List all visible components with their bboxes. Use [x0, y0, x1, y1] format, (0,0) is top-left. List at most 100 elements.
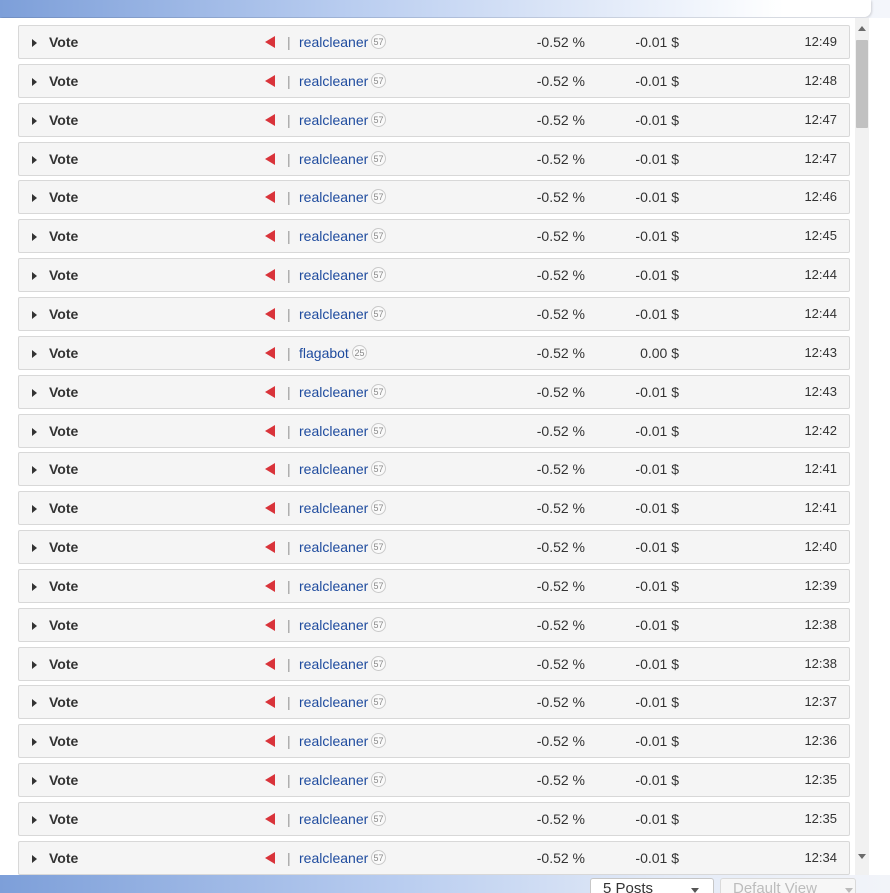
vote-row[interactable]: Vote | realcleaner 57 -0.52 % -0.01 $ 12:35: [18, 763, 850, 798]
vote-value: -0.01 $: [635, 267, 679, 284]
vote-value: -0.01 $: [635, 616, 679, 633]
expand-caret-icon[interactable]: [32, 77, 37, 86]
vote-percent: -0.52 %: [536, 539, 585, 556]
vote-time: 12:40: [804, 539, 837, 555]
vote-row[interactable]: Vote | realcleaner 57 -0.52 % -0.01 $ 12:45: [18, 219, 850, 254]
vote-percent: -0.52 %: [536, 34, 585, 50]
expand-caret-icon[interactable]: [32, 466, 37, 475]
expand-caret-icon[interactable]: [32, 349, 37, 358]
expand-caret-icon[interactable]: [32, 310, 37, 319]
vote-type-label: Vote: [49, 733, 79, 750]
vote-row[interactable]: Vote | realcleaner 57 -0.52 % -0.01 $ 12:44: [18, 296, 850, 331]
vote-row[interactable]: Vote | realcleaner 57 -0.52 % -0.01 $ 12:44: [18, 258, 850, 293]
vote-row[interactable]: Vote | realcleaner 57 -0.52 % -0.01 $ 12:41: [18, 491, 850, 526]
voter-username-link[interactable]: realcleaner: [299, 609, 368, 641]
expand-caret-icon[interactable]: [32, 116, 37, 125]
voter-username-link[interactable]: realcleaner: [299, 570, 368, 602]
voter-username-link[interactable]: flagabot: [299, 337, 349, 369]
vote-row[interactable]: Vote | realcleaner 57 -0.52 % -0.01 $ 12:47: [18, 141, 850, 176]
voter-username-link[interactable]: realcleaner: [299, 764, 368, 796]
expand-caret-icon[interactable]: [32, 505, 37, 514]
expand-caret-icon[interactable]: [32, 777, 37, 786]
vote-row[interactable]: Vote | realcleaner 57 -0.52 % -0.01 $ 12:46: [18, 180, 850, 215]
vote-row[interactable]: Vote | realcleaner 57 -0.52 % -0.01 $ 12:47: [18, 102, 850, 137]
downvote-icon: [265, 851, 275, 864]
vote-row[interactable]: Vote | realcleaner 57 -0.52 % -0.01 $ 12:49: [18, 25, 850, 59]
voter-username-link[interactable]: realcleaner: [299, 453, 368, 485]
downvote-icon: [265, 579, 275, 592]
vote-row[interactable]: Vote | realcleaner 57 -0.52 % -0.01 $ 12:37: [18, 685, 850, 720]
voter-username-link[interactable]: realcleaner: [299, 259, 368, 291]
vote-value: -0.01 $: [635, 383, 679, 400]
expand-caret-icon[interactable]: [32, 39, 37, 47]
expand-caret-icon[interactable]: [32, 660, 37, 669]
vote-time: 12:39: [804, 577, 837, 593]
downvote-icon: [265, 541, 275, 554]
voter-username-link[interactable]: realcleaner: [299, 220, 368, 252]
vote-percent: -0.52 %: [536, 849, 585, 866]
voter-username-link[interactable]: realcleaner: [299, 531, 368, 563]
expand-caret-icon[interactable]: [32, 582, 37, 591]
expand-caret-icon[interactable]: [32, 621, 37, 630]
expand-caret-icon[interactable]: [32, 544, 37, 553]
voter-username-link[interactable]: realcleaner: [299, 104, 368, 136]
scroll-down-arrow-icon[interactable]: [858, 854, 866, 859]
vote-row[interactable]: Vote | realcleaner 57 -0.52 % -0.01 $ 12:42: [18, 413, 850, 448]
voter-username-link[interactable]: realcleaner: [299, 725, 368, 757]
voter-username-link[interactable]: realcleaner: [299, 298, 368, 330]
voter-username-link[interactable]: realcleaner: [299, 376, 368, 408]
voter-username-link[interactable]: realcleaner: [299, 686, 368, 718]
vote-row[interactable]: Vote | realcleaner 57 -0.52 % -0.01 $ 12:36: [18, 724, 850, 759]
chevron-down-icon: [845, 888, 853, 893]
reputation-badge: 57: [371, 539, 386, 555]
vote-value: -0.01 $: [635, 111, 679, 128]
expand-caret-icon[interactable]: [32, 233, 37, 242]
voter-username-link[interactable]: realcleaner: [299, 842, 368, 874]
scrollbar[interactable]: [855, 18, 869, 875]
vote-percent: -0.52 %: [536, 461, 585, 478]
expand-caret-icon[interactable]: [32, 388, 37, 397]
separator: |: [287, 111, 291, 128]
expand-caret-icon[interactable]: [32, 427, 37, 436]
scrollbar-thumb[interactable]: [856, 40, 868, 128]
vote-row[interactable]: Vote | flagabot 25 -0.52 % 0.00 $ 12:43: [18, 335, 850, 370]
reputation-badge: 57: [371, 849, 386, 865]
vote-row[interactable]: Vote | realcleaner 57 -0.52 % -0.01 $ 12:34: [18, 840, 850, 875]
vote-row[interactable]: Vote | realcleaner 57 -0.52 % -0.01 $ 12:38: [18, 646, 850, 681]
separator: |: [287, 772, 291, 789]
vote-row[interactable]: Vote | realcleaner 57 -0.52 % -0.01 $ 12:35: [18, 802, 850, 836]
expand-caret-icon[interactable]: [32, 738, 37, 747]
expand-caret-icon[interactable]: [32, 854, 37, 863]
vote-value: -0.01 $: [635, 539, 679, 556]
vote-row[interactable]: Vote | realcleaner 57 -0.52 % -0.01 $ 12:39: [18, 568, 850, 603]
voter-username-link[interactable]: realcleaner: [299, 803, 368, 835]
posts-count-select[interactable]: 5 Posts: [590, 878, 714, 893]
vote-row[interactable]: Vote | realcleaner 57 -0.52 % -0.01 $ 12:38: [18, 607, 850, 642]
vote-row[interactable]: Vote | realcleaner 57 -0.52 % -0.01 $ 12:48: [18, 63, 850, 98]
voter-username-link[interactable]: realcleaner: [299, 65, 368, 97]
scroll-up-arrow-icon[interactable]: [858, 26, 866, 31]
voter-username-link[interactable]: realcleaner: [299, 648, 368, 680]
expand-caret-icon[interactable]: [32, 816, 37, 824]
voter-username-link[interactable]: realcleaner: [299, 143, 368, 175]
vote-value: -0.01 $: [635, 34, 679, 50]
voter-username-link[interactable]: realcleaner: [299, 181, 368, 213]
vote-value: 0.00 $: [640, 344, 679, 361]
voter-username-link[interactable]: realcleaner: [299, 492, 368, 524]
vote-row[interactable]: Vote | realcleaner 57 -0.52 % -0.01 $ 12:40: [18, 530, 850, 565]
separator: |: [287, 694, 291, 711]
expand-caret-icon[interactable]: [32, 272, 37, 281]
vote-row[interactable]: Vote | realcleaner 57 -0.52 % -0.01 $ 12:41: [18, 452, 850, 487]
expand-caret-icon[interactable]: [32, 699, 37, 708]
voter-username-link[interactable]: realcleaner: [299, 26, 368, 58]
expand-caret-icon[interactable]: [32, 155, 37, 164]
expand-caret-icon[interactable]: [32, 194, 37, 203]
vote-time: 12:43: [804, 383, 837, 399]
vote-time: 12:37: [804, 694, 837, 710]
downvote-icon: [265, 307, 275, 320]
vote-row[interactable]: Vote | realcleaner 57 -0.52 % -0.01 $ 12:43: [18, 374, 850, 409]
voter-username-link[interactable]: realcleaner: [299, 415, 368, 447]
bottom-toolbar: 5 Posts Default View: [0, 875, 890, 893]
downvote-icon: [265, 463, 275, 476]
view-mode-select[interactable]: Default View: [720, 878, 856, 893]
